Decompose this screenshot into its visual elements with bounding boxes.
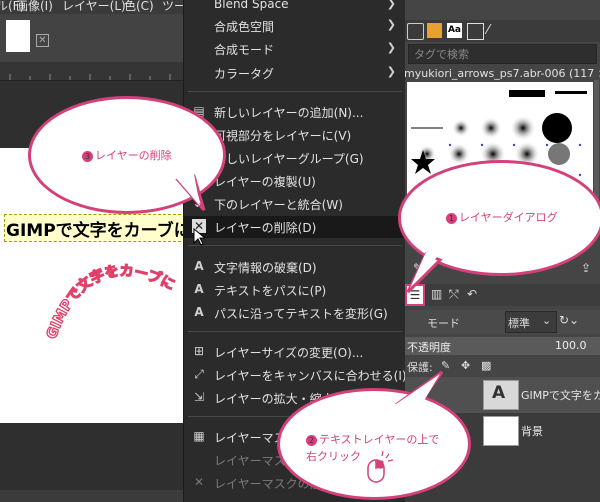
tag-search-placeholder: タグで検索	[414, 48, 469, 61]
image-tab-thumbnail[interactable]	[6, 20, 30, 52]
mode-reset-icon[interactable]: ↻⌄	[559, 313, 579, 327]
mode-select[interactable]: 標準 ⌄	[505, 311, 557, 333]
callout-pointer	[175, 174, 206, 211]
background-layer-thumbnail	[483, 416, 519, 446]
brush-icon[interactable]	[407, 23, 424, 40]
menu-layer[interactable]: レイヤー(L)	[62, 0, 126, 14]
fit-canvas-icon: ⤢	[194, 367, 204, 381]
text-layer-thumbnail: A	[483, 380, 519, 410]
menu-item-merge-down[interactable]: ⇊下のレイヤーと統合(W)	[184, 193, 406, 215]
menu-separator	[188, 91, 402, 92]
brush-toolbar: Aa ⁄	[405, 20, 600, 42]
menu-item-layer-boundary-size[interactable]: ⊞ レイヤーサイズの変更(O)...	[184, 341, 406, 363]
brush-name: myukiori_arrows_ps7.abr-006 (117 ×	[404, 67, 600, 80]
layer-mode-row: モード 標準 ⌄ ↻⌄	[405, 310, 600, 334]
close-icon[interactable]: ✕	[36, 34, 49, 47]
mode-value: 標準	[508, 317, 530, 330]
mouse-icon	[367, 450, 394, 483]
curved-text-graphic: GIMPで文字をカーブに	[43, 263, 178, 342]
callout-pointer	[406, 252, 443, 294]
menu-item-color-tag[interactable]: カラータグ ❯	[184, 62, 406, 84]
opacity-value: 100.0	[555, 339, 587, 352]
menu-item-text-along-path[interactable]: A パスに沿ってテキストを変形(G)	[184, 302, 406, 324]
ruler-ticks	[9, 74, 171, 80]
image-menubar: ル(F) 画像(I) レイヤー(L) 色(C) ツー	[0, 0, 200, 14]
text-icon: A	[194, 305, 204, 319]
opacity-slider[interactable]: 不透明度 100.0	[405, 337, 600, 355]
scale-icon: ⇲	[193, 390, 205, 404]
chevron-right-icon: ❯	[386, 0, 396, 10]
layer-name: GIMPで文字をカ	[521, 389, 600, 402]
pattern-icon[interactable]	[427, 23, 442, 38]
chevron-down-icon: ⌄	[542, 314, 552, 327]
menu-separator	[188, 245, 402, 246]
menu-item-text-to-path[interactable]: A テキストをパスに(P)	[184, 279, 406, 301]
text-layer-icon: A	[492, 383, 506, 403]
paths-tab-icon[interactable]: ⤲	[449, 287, 459, 302]
menu-item-delete-layer[interactable]: ✕ レイヤーの削除(D)	[184, 216, 406, 238]
undo-history-tab-icon[interactable]: ↶	[467, 287, 477, 301]
menu-item-blend-space[interactable]: Blend Space ❯	[184, 0, 406, 16]
menu-separator	[188, 331, 402, 332]
document-icon[interactable]	[467, 23, 484, 40]
paintbrush-icon[interactable]: ⁄	[487, 23, 502, 38]
chevron-right-icon: ❯	[386, 18, 396, 31]
menu-color[interactable]: 色(C)	[124, 0, 154, 14]
menu-image[interactable]: 画像(I)	[16, 0, 53, 14]
callout-delete-layer-text: 3 レイヤーの削除	[82, 147, 172, 163]
chevron-right-icon: ❯	[386, 65, 396, 78]
lock-alpha-icon[interactable]: ▩	[481, 359, 491, 372]
resize-icon: ⊞	[193, 344, 205, 358]
layer-name: 背景	[521, 425, 543, 438]
mode-label: モード	[427, 317, 460, 330]
menu-item-composite-mode[interactable]: 合成モード ❯	[184, 38, 406, 60]
svg-text:GIMPで文字をカーブに: GIMPで文字をカーブに	[44, 263, 177, 341]
image-tab-strip	[0, 14, 200, 63]
horizontal-ruler	[0, 62, 190, 81]
opacity-label: 不透明度	[407, 341, 451, 354]
callout-pointer	[394, 370, 444, 404]
mask-icon: ▦	[193, 429, 205, 443]
export-icon[interactable]: ⇪	[581, 261, 591, 275]
chevron-right-icon: ❯	[386, 41, 396, 54]
cursor-icon	[193, 228, 205, 246]
lock-position-icon[interactable]: ✥	[461, 359, 470, 372]
callout-right-click-line1: 2 テキストレイヤーの上で	[306, 431, 439, 447]
text-icon: A	[194, 282, 204, 296]
menu-item-new-layer[interactable]: ▤ 新しいレイヤーの追加(N)...	[184, 101, 406, 123]
text-icon: A	[194, 259, 204, 273]
callout-layer-dialog-text: 1 レイヤーダイアログ	[446, 209, 558, 225]
curved-text: GIMPで文字をカーブに	[43, 263, 178, 342]
menu-item-discard-text-info[interactable]: A 文字情報の破棄(D)	[184, 256, 406, 278]
status-bar	[0, 490, 190, 502]
delete-icon: ✕	[193, 475, 205, 489]
callout-right-click-line2: 右クリック	[306, 450, 361, 463]
menu-item-layer-to-image-size[interactable]: ⤢ レイヤーをキャンバスに合わせる(I)	[184, 364, 406, 386]
font-icon[interactable]: Aa	[447, 23, 462, 38]
menu-item-composite-space[interactable]: 合成色空間 ❯	[184, 15, 406, 37]
